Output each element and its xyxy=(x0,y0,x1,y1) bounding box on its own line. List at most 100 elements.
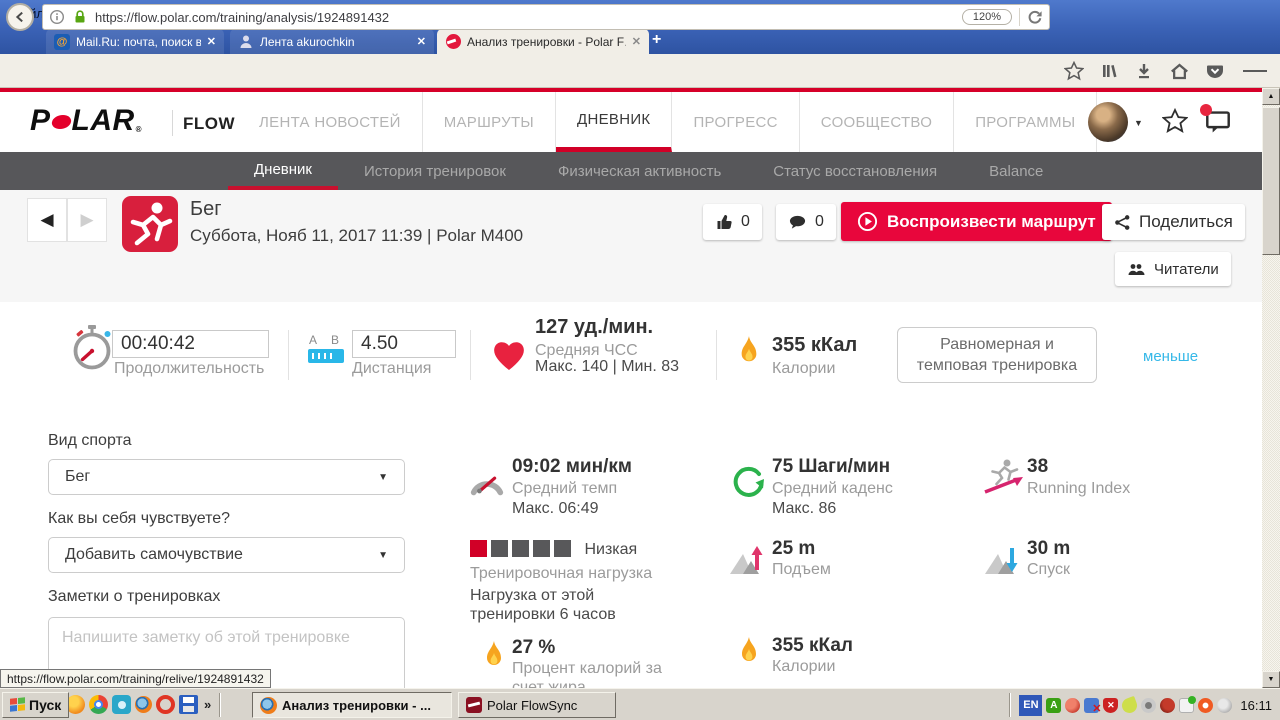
tab-close-icon[interactable]: ✕ xyxy=(632,35,641,48)
session-meta: Суббота, Нояб 11, 2017 11:39 | Polar M40… xyxy=(190,226,524,245)
quicklaunch-save-icon[interactable] xyxy=(179,695,198,714)
load-square xyxy=(554,540,571,557)
tray-webcam-icon[interactable] xyxy=(1141,697,1157,713)
tray-network-icon[interactable]: ✕ xyxy=(1084,697,1101,715)
next-session-button[interactable]: ▶ xyxy=(67,198,107,242)
running-index-value: 38 xyxy=(1027,456,1049,477)
descent-value: 30 m xyxy=(1027,538,1071,559)
subnav-balance[interactable]: Balance xyxy=(963,152,1069,190)
language-indicator[interactable]: EN xyxy=(1019,694,1043,716)
quicklaunch-app-icon[interactable] xyxy=(112,695,131,714)
load-square xyxy=(470,540,487,557)
task-button-flowsync[interactable]: Polar FlowSync xyxy=(458,692,616,718)
polar-logo-lar: LAR xyxy=(71,104,135,137)
page-scrollbar[interactable]: ▲ ▼ xyxy=(1262,88,1280,688)
quicklaunch-firefox-icon[interactable] xyxy=(135,696,152,713)
tray-speaker-icon[interactable] xyxy=(1217,697,1233,713)
task-button-browser[interactable]: Анализ тренировки - ... xyxy=(252,692,452,718)
scroll-down-icon: ▼ xyxy=(1267,676,1275,683)
downloads-icon[interactable] xyxy=(1132,59,1156,83)
pocket-icon[interactable] xyxy=(1203,59,1227,83)
pace-max: Макс. 06:49 xyxy=(512,500,599,517)
hamburger-menu-icon[interactable] xyxy=(1243,59,1267,83)
new-tab-button[interactable]: + xyxy=(652,31,661,49)
start-button[interactable]: Пуск xyxy=(2,692,70,718)
url-text[interactable]: https://flow.polar.com/training/analysis… xyxy=(95,10,955,25)
quicklaunch-chrome-icon[interactable] xyxy=(89,695,108,714)
duration-input[interactable] xyxy=(112,330,269,358)
descent-icon xyxy=(983,542,1021,581)
tab-polar-active[interactable]: Анализ тренировки - Polar F… ✕ xyxy=(437,29,649,54)
comment-button[interactable]: 0 xyxy=(776,204,836,240)
tray-bug-icon[interactable] xyxy=(1065,697,1081,713)
zoom-level-button[interactable]: 120% xyxy=(961,9,1012,25)
tray-mail-icon[interactable] xyxy=(1179,695,1197,713)
nav-progress[interactable]: ПРОГРЕСС xyxy=(672,92,800,152)
readers-button[interactable]: Читатели xyxy=(1115,252,1231,286)
like-button[interactable]: 0 xyxy=(703,204,762,240)
summary-divider xyxy=(470,330,471,380)
fat-value: 27 % xyxy=(512,637,556,658)
session-sport-title: Бег xyxy=(190,198,222,220)
polar-logo[interactable]: P LAR ® xyxy=(30,104,142,138)
prev-session-button[interactable]: ◀ xyxy=(27,198,67,242)
scrollbar-thumb[interactable] xyxy=(1262,107,1280,255)
tab-title: Mail.Ru: почта, поиск в инт… xyxy=(76,34,201,49)
favorites-star-icon[interactable] xyxy=(1161,107,1189,139)
subnav-activity[interactable]: Физическая активность xyxy=(532,152,747,190)
quicklaunch-overflow-chevron[interactable]: » xyxy=(204,697,211,712)
feeling-select[interactable]: Добавить самочувствие ▼ xyxy=(48,537,405,573)
nav-programs[interactable]: ПРОГРАММЫ xyxy=(954,92,1098,152)
tray-shield-icon[interactable]: ✕ xyxy=(1103,697,1119,713)
taskbar-clock[interactable]: 16:11 xyxy=(1240,698,1272,713)
load-label: Тренировочная нагрузка xyxy=(470,565,653,582)
sport-select[interactable]: Бег ▼ xyxy=(48,459,405,495)
person-favicon-icon xyxy=(238,34,254,50)
distance-input[interactable] xyxy=(352,330,456,358)
scroll-up-icon: ▲ xyxy=(1267,93,1275,100)
lock-icon[interactable] xyxy=(72,9,88,25)
info-icon[interactable] xyxy=(49,9,65,25)
share-button[interactable]: Поделиться xyxy=(1102,204,1245,240)
subnav-diary[interactable]: Дневник xyxy=(228,152,338,190)
back-button[interactable] xyxy=(6,3,34,31)
tray-leaf-icon[interactable] xyxy=(1120,695,1140,715)
flow-label[interactable]: FLOW xyxy=(183,114,235,134)
tab-mailru[interactable]: @ Mail.Ru: почта, поиск в инт… ✕ xyxy=(46,29,224,54)
training-load-meter: Низкая xyxy=(470,540,690,562)
nav-routes[interactable]: МАРШРУТЫ xyxy=(423,92,556,152)
select-caret-icon: ▼ xyxy=(378,549,388,561)
running-sport-icon xyxy=(122,196,178,252)
home-icon[interactable] xyxy=(1167,59,1191,83)
comment-icon xyxy=(789,215,806,229)
like-count: 0 xyxy=(741,213,750,230)
library-icon[interactable] xyxy=(1097,59,1121,83)
taskbar: Пуск » Анализ тренировки - ... Polar Flo… xyxy=(0,688,1280,720)
polar-logo-p: P xyxy=(30,104,51,137)
nav-community[interactable]: СООБЩЕСТВО xyxy=(800,92,955,152)
tray-orange-ring-icon[interactable] xyxy=(1198,697,1214,713)
tab-feed[interactable]: Лента akurochkin ✕ xyxy=(230,29,434,54)
tray-swirl-icon[interactable] xyxy=(1160,697,1176,713)
quicklaunch-opera-icon[interactable] xyxy=(156,695,175,714)
subnav-history[interactable]: История тренировок xyxy=(338,152,532,190)
less-link[interactable]: меньше xyxy=(1143,348,1198,365)
ab-ruler-letters: AB xyxy=(309,333,353,347)
avatar-caret-icon[interactable]: ▼ xyxy=(1134,118,1143,128)
nav-feed[interactable]: ЛЕНТА НОВОСТЕЙ xyxy=(238,92,423,152)
avatar[interactable] xyxy=(1088,102,1128,142)
ascent-label: Подъем xyxy=(772,561,831,578)
replay-route-button[interactable]: Воспроизвести маршрут xyxy=(841,202,1112,241)
prev-arrow-icon: ◀ xyxy=(40,210,54,229)
feeling-select-value: Добавить самочувствие xyxy=(65,546,243,563)
url-bar[interactable]: https://flow.polar.com/training/analysis… xyxy=(42,4,1050,30)
bookmark-star-icon[interactable] xyxy=(1062,59,1086,83)
tray-aimp-icon[interactable]: A xyxy=(1046,697,1062,713)
subnav-recovery[interactable]: Статус восстановления xyxy=(747,152,963,190)
nav-diary[interactable]: ДНЕВНИК xyxy=(556,92,673,152)
scroll-up-button[interactable]: ▲ xyxy=(1262,88,1280,105)
scroll-down-button[interactable]: ▼ xyxy=(1262,671,1280,688)
tab-close-icon[interactable]: ✕ xyxy=(417,35,426,48)
tab-close-icon[interactable]: ✕ xyxy=(207,35,216,48)
reload-icon[interactable] xyxy=(1027,9,1043,25)
